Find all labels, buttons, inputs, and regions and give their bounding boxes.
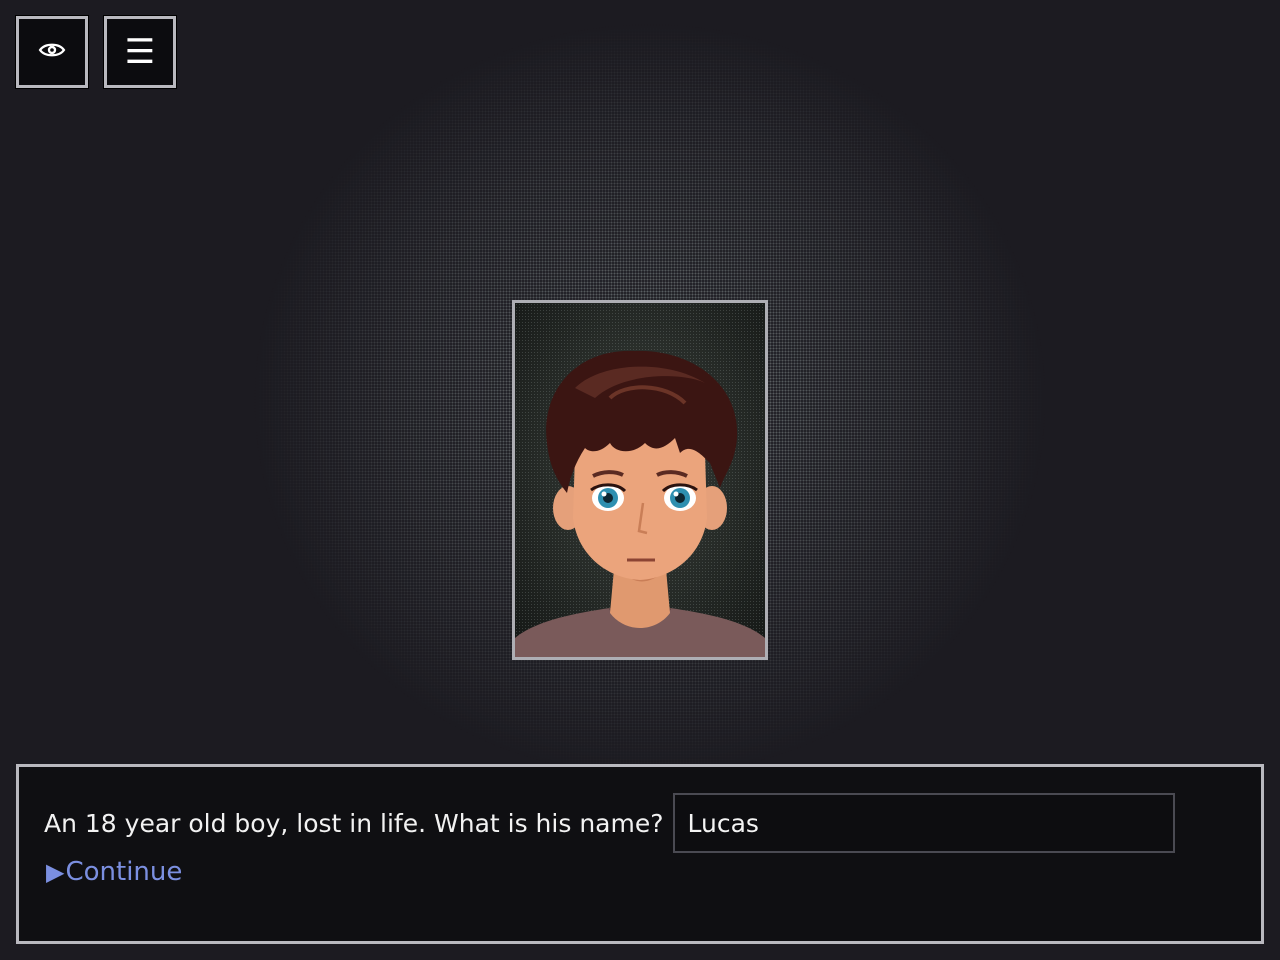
eye-icon <box>38 41 66 63</box>
game-screen: ☰ An 18 year old boy, lost in life. What… <box>0 0 1280 960</box>
name-prompt-row: An 18 year old boy, lost in life. What i… <box>44 793 1176 853</box>
continue-label: Continue <box>65 857 183 887</box>
hamburger-menu-icon: ☰ <box>124 32 156 72</box>
play-arrow-icon: ▶ <box>46 858 65 886</box>
menu-button[interactable]: ☰ <box>104 16 176 88</box>
continue-link[interactable]: ▶ Continue <box>46 857 182 887</box>
dialog-box: An 18 year old boy, lost in life. What i… <box>16 764 1264 944</box>
character-portrait <box>512 300 768 660</box>
toggle-visibility-button[interactable] <box>16 16 88 88</box>
prompt-text: An 18 year old boy, lost in life. What i… <box>44 808 664 838</box>
character-name-input[interactable] <box>673 793 1176 853</box>
